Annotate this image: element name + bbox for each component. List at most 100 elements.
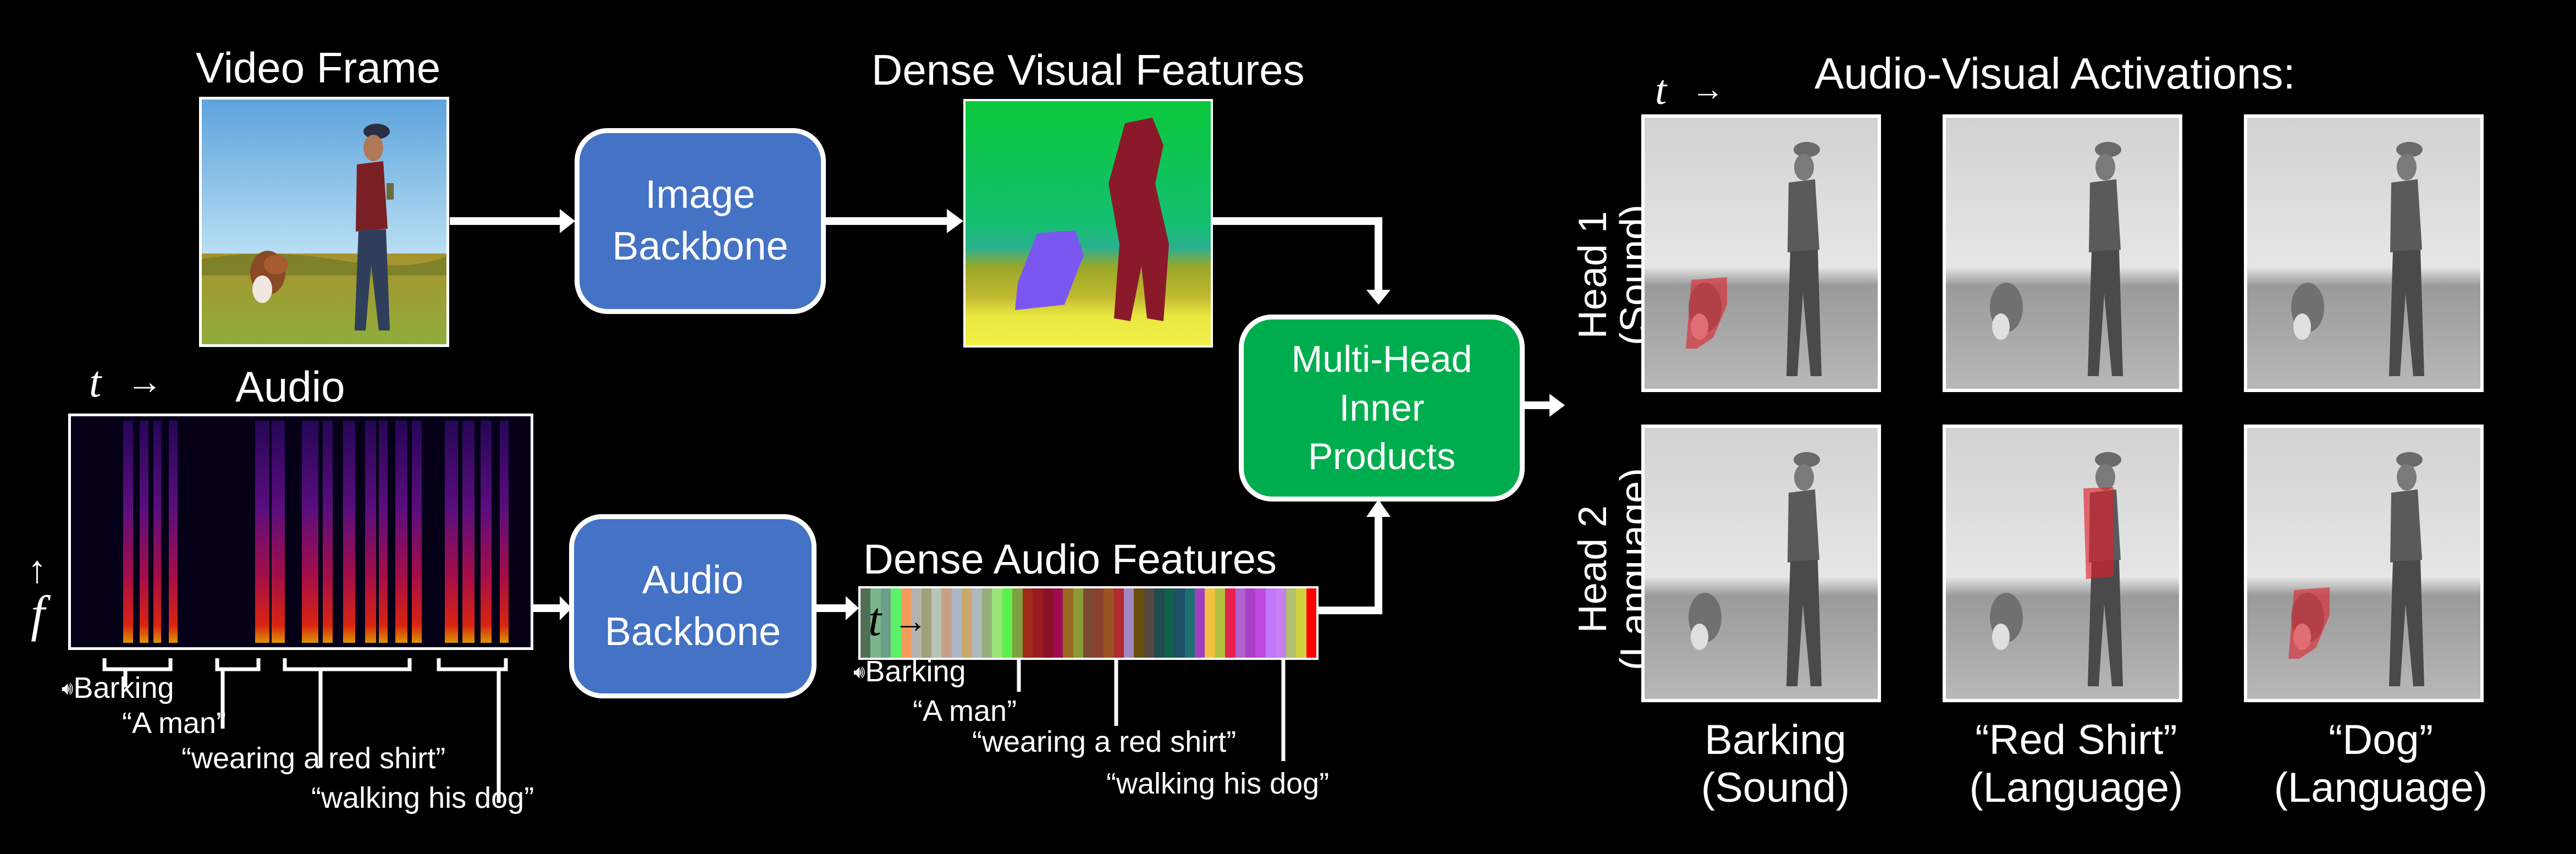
feature-stripe: [1154, 588, 1165, 658]
feature-stripe: [1012, 588, 1023, 658]
arrowhead-backbone-to-audiofeat: [846, 596, 859, 620]
feature-stripe: [982, 588, 992, 658]
feature-stripe: [1276, 588, 1286, 658]
spectrogram-canvas: [71, 416, 531, 647]
spectrogram-band: [395, 421, 407, 643]
spectrogram-band: [140, 421, 148, 643]
spectrogram-band: [343, 421, 355, 643]
arrow-visual-to-products-h: [1213, 217, 1382, 225]
image-backbone-box[interactable]: Image Backbone: [575, 128, 826, 314]
feature-stripe: [1134, 588, 1144, 658]
feature-stripe: [1265, 588, 1276, 658]
feature-stripe: [931, 588, 942, 658]
caption-barking-line1: Barking: [1705, 717, 1846, 763]
bracket-barking-audio: [102, 658, 173, 671]
inner-products-line1: Multi-Head: [1291, 338, 1472, 381]
feature-stripe: [1184, 588, 1195, 658]
activation-panel: [1641, 425, 1881, 702]
arrow-audio-to-backbone: [533, 604, 561, 612]
dense-audio-title: Dense Audio Features: [863, 536, 1277, 583]
caption-red-shirt-line1: “Red Shirt”: [1975, 717, 2177, 763]
arrow-backbone-to-visual: [825, 217, 948, 225]
activations-time-arrow: →: [1691, 70, 1724, 107]
dense-visual-features-image: [963, 99, 1213, 348]
caption-dog-line2: (Language): [2274, 764, 2488, 812]
freq-label: f: [31, 586, 45, 642]
feature-stripe: [1174, 588, 1185, 658]
audio-annotation-a-man: “A man”: [122, 707, 227, 740]
audio-annotation-walking-dog: “walking his dog”: [311, 781, 534, 814]
freq-arrow: ↑: [27, 548, 47, 591]
feature-stripe: [972, 588, 983, 658]
audio-time-arrow: →: [126, 361, 163, 401]
arrow-visual-to-products-v: [1375, 217, 1382, 300]
feature-stripe: [1073, 588, 1084, 658]
feature-stripe: [1063, 588, 1073, 658]
feature-stripe: [1083, 588, 1094, 658]
head-2-name: Head 2: [1571, 505, 1615, 633]
caption-barking-line2: (Sound): [1701, 764, 1850, 812]
feature-stripe: [1205, 588, 1215, 658]
feature-annotation-barking: 🔊︎Barking: [853, 655, 966, 688]
bracket-dog-audio: [437, 658, 508, 671]
arrowhead-audiofeat-to-products: [1366, 499, 1391, 517]
caption-dog-line1: “Dog”: [2328, 717, 2434, 763]
speaker-icon: 🔊︎: [853, 662, 865, 682]
image-backbone-line1: Image: [645, 173, 755, 217]
audio-backbone-box[interactable]: Audio Backbone: [569, 514, 817, 698]
inner-products-box[interactable]: Multi-Head Inner Products: [1239, 315, 1525, 502]
feature-stripe: [1306, 588, 1316, 658]
image-backbone-line2: Backbone: [612, 224, 788, 268]
feature-annotation-red-shirt: “wearing a red shirt”: [972, 725, 1237, 758]
activation-heat: [1686, 277, 1727, 349]
feature-stripe: [1235, 588, 1246, 658]
feature-stripe: [1255, 588, 1266, 658]
dense-visual-title: Dense Visual Features: [871, 46, 1305, 94]
activation-panel: [2244, 114, 2484, 392]
feature-annotation-walking-dog: “walking his dog”: [1106, 767, 1330, 800]
speaker-icon: 🔊︎: [62, 678, 74, 699]
feature-stripe: [1093, 588, 1104, 658]
feature-stripe: [1296, 588, 1306, 658]
feature-stripe: [1104, 588, 1114, 658]
feature-stripe: [1144, 588, 1155, 658]
spectrogram-band: [169, 421, 178, 643]
activation-panel: [1943, 425, 2182, 702]
spectrogram-band: [302, 421, 318, 643]
audio-backbone-line2: Backbone: [604, 609, 781, 654]
dense-visual-map: [966, 101, 1211, 345]
feature-stripe: [992, 588, 1002, 658]
activation-heat: [2083, 487, 2114, 579]
video-frame-photo: [202, 100, 446, 344]
head-1-name: Head 1: [1571, 211, 1615, 339]
arrow-backbone-to-audiofeat: [817, 604, 847, 612]
video-frame-title: Video Frame: [196, 43, 441, 92]
activation-panel: [2244, 425, 2484, 702]
feature-stripe: [1123, 588, 1134, 658]
spectrogram-band: [500, 421, 509, 643]
feature-stripe: [962, 588, 972, 658]
arrow-audiofeat-to-products-h: [1319, 607, 1382, 614]
spectrogram-band: [323, 421, 333, 643]
bracket-aman-audio: [215, 658, 261, 671]
feature-stripe: [1053, 588, 1063, 658]
feature-stripe: [1194, 588, 1205, 658]
arrow-products-to-activations: [1524, 401, 1552, 409]
feature-stripe: [1113, 588, 1124, 658]
arrowhead-visual-to-products: [1366, 290, 1391, 305]
feature-stripe: [1002, 588, 1013, 658]
inner-products-line2: Inner: [1339, 387, 1425, 429]
spectrogram-band: [379, 421, 388, 643]
spectrogram-band: [412, 421, 422, 643]
caption-red-shirt: “Red Shirt” (Language): [1939, 716, 2214, 812]
spectrogram-band: [365, 421, 376, 643]
audio-backbone-line1: Audio: [642, 558, 744, 602]
feature-stripe: [1225, 588, 1235, 658]
audio-spectrogram: [68, 414, 533, 650]
spectrogram-band: [462, 421, 475, 643]
strip-time-arrow: →: [893, 602, 928, 640]
feature-stripe: [1042, 588, 1053, 658]
video-frame-image: [199, 97, 449, 347]
spectrogram-band: [445, 421, 458, 643]
audio-annotation-red-shirt: “wearing a red shirt”: [181, 742, 446, 775]
